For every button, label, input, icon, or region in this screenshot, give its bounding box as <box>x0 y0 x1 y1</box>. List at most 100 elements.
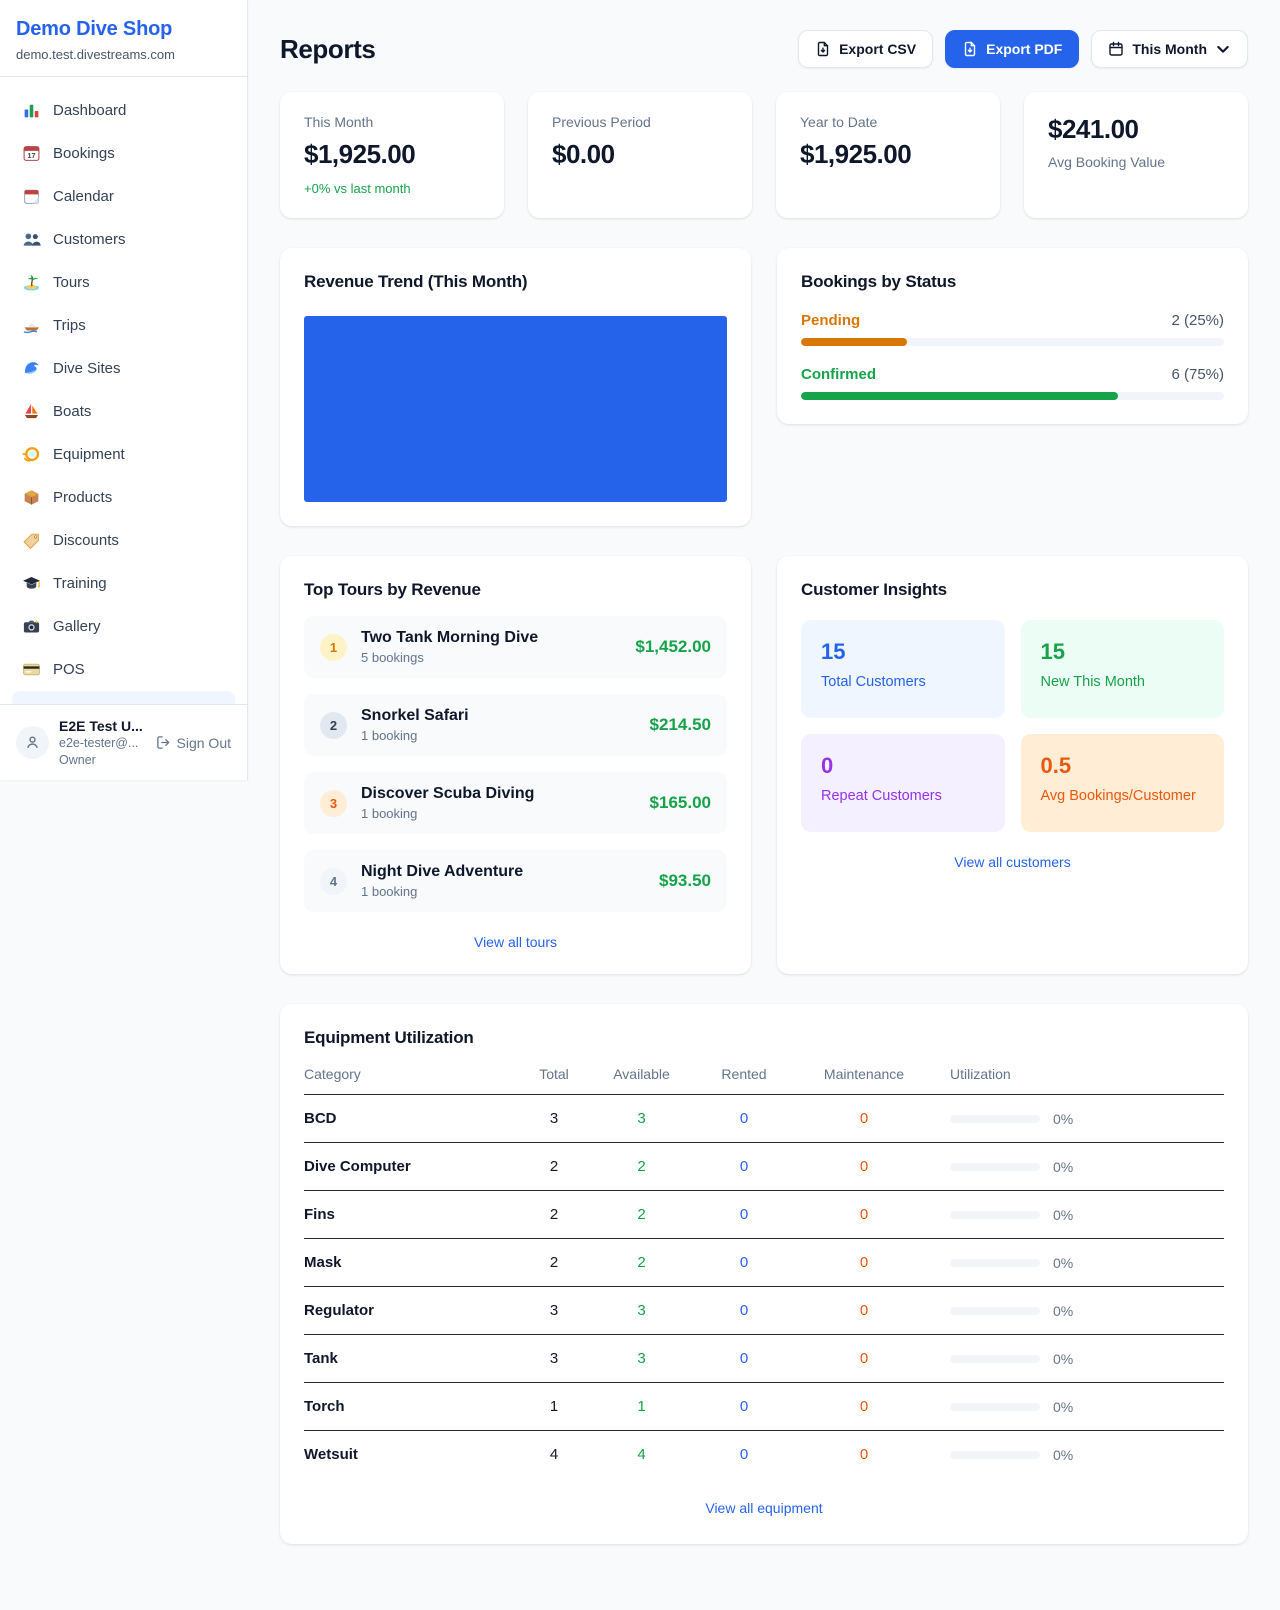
tour-row[interactable]: 1 Two Tank Morning Dive 5 bookings $1,45… <box>304 616 727 678</box>
sidebar-item-dive-sites[interactable]: Dive Sites <box>12 347 235 390</box>
tour-name: Discover Scuba Diving <box>361 785 534 803</box>
sidebar-item-tours[interactable]: Tours <box>12 261 235 304</box>
stat-value: $1,925.00 <box>304 139 480 170</box>
export-pdf-label: Export PDF <box>986 41 1062 57</box>
user-meta: E2E Test U... e2e-tester@... Owner <box>59 717 146 768</box>
sidebar-item-label: Tours <box>53 274 90 291</box>
tour-bookings: 5 bookings <box>361 650 538 665</box>
utilization-bar <box>950 1403 1040 1411</box>
sidebar-item-active-partial[interactable] <box>12 691 235 704</box>
bar-chart-icon <box>22 101 41 120</box>
rank-badge: 1 <box>320 634 347 661</box>
sidebar-item-label: Dashboard <box>53 102 126 119</box>
tear-calendar-icon <box>22 187 41 206</box>
utilization-percent: 0% <box>1053 1303 1073 1319</box>
cell-total: 3 <box>519 1110 589 1127</box>
user-name: E2E Test U... <box>59 717 146 735</box>
tour-name: Two Tank Morning Dive <box>361 629 538 647</box>
utilization-bar <box>950 1211 1040 1219</box>
sidebar-item-bookings[interactable]: 17 Bookings <box>12 132 235 175</box>
sidebar-item-label: Boats <box>53 403 91 420</box>
sidebar-item-discounts[interactable]: Discounts <box>12 519 235 562</box>
sidebar-item-customers[interactable]: Customers <box>12 218 235 261</box>
cell-available: 3 <box>589 1302 694 1319</box>
cell-category: Mask <box>304 1254 519 1271</box>
sidebar-item-label: Training <box>53 575 107 592</box>
cell-category: BCD <box>304 1110 519 1127</box>
cell-maintenance: 0 <box>794 1446 934 1463</box>
tour-row[interactable]: 4 Night Dive Adventure 1 booking $93.50 <box>304 850 727 912</box>
sidebar-item-training[interactable]: Training <box>12 562 235 605</box>
export-pdf-button[interactable]: Export PDF <box>945 30 1079 68</box>
charts-row: Revenue Trend (This Month) Bookings by S… <box>280 248 1248 526</box>
cell-total: 3 <box>519 1302 589 1319</box>
utilization-bar <box>950 1115 1040 1123</box>
sidebar-item-gallery[interactable]: Gallery <box>12 605 235 648</box>
top-tours-card: Top Tours by Revenue 1 Two Tank Morning … <box>280 556 751 974</box>
header-actions: Export CSV Export PDF This Month <box>798 30 1248 68</box>
user-role: Owner <box>59 752 146 768</box>
svg-text:17: 17 <box>28 152 36 160</box>
customer-insights-card: Customer Insights 15 Total Customers 15 … <box>777 556 1248 974</box>
period-dropdown[interactable]: This Month <box>1091 30 1248 68</box>
sidebar-item-dashboard[interactable]: Dashboard <box>12 89 235 132</box>
sidebar-nav: Dashboard 17 Bookings Calendar Customers… <box>0 77 247 704</box>
tour-bookings: 1 booking <box>361 884 523 899</box>
status-row-pending: Pending 2 (25%) <box>801 312 1224 346</box>
page-title: Reports <box>280 34 375 65</box>
tour-bookings: 1 booking <box>361 728 469 743</box>
cell-rented: 0 <box>694 1398 794 1415</box>
revenue-trend-chart <box>304 316 727 502</box>
export-csv-button[interactable]: Export CSV <box>798 30 933 68</box>
cell-available: 2 <box>589 1254 694 1271</box>
revenue-trend-title: Revenue Trend (This Month) <box>304 272 727 292</box>
insight-value: 0 <box>821 753 985 779</box>
utilization-bar <box>950 1307 1040 1315</box>
sailboat-icon <box>22 402 41 421</box>
table-row: Tank 3 3 0 0 0% <box>304 1335 1224 1383</box>
cell-rented: 0 <box>694 1254 794 1271</box>
sidebar-item-trips[interactable]: Trips <box>12 304 235 347</box>
status-label: Confirmed <box>801 366 876 383</box>
view-all-tours-link[interactable]: View all tours <box>304 934 727 950</box>
cell-rented: 0 <box>694 1206 794 1223</box>
tour-row[interactable]: 3 Discover Scuba Diving 1 booking $165.0… <box>304 772 727 834</box>
sidebar-item-boats[interactable]: Boats <box>12 390 235 433</box>
cell-maintenance: 0 <box>794 1254 934 1271</box>
sidebar-item-products[interactable]: Products <box>12 476 235 519</box>
tour-row[interactable]: 2 Snorkel Safari 1 booking $214.50 <box>304 694 727 756</box>
cell-total: 2 <box>519 1254 589 1271</box>
cell-maintenance: 0 <box>794 1206 934 1223</box>
insight-value: 15 <box>821 639 985 665</box>
sidebar-item-label: Gallery <box>53 618 101 635</box>
column-header-category: Category <box>304 1066 519 1082</box>
user-footer: E2E Test U... e2e-tester@... Owner Sign … <box>0 704 247 780</box>
cell-maintenance: 0 <box>794 1350 934 1367</box>
view-all-customers-link[interactable]: View all customers <box>801 854 1224 870</box>
sidebar-item-pos[interactable]: POS <box>12 648 235 691</box>
tour-revenue: $214.50 <box>650 715 711 735</box>
island-icon <box>22 273 41 292</box>
column-header-rented: Rented <box>694 1066 794 1082</box>
sidebar-item-calendar[interactable]: Calendar <box>12 175 235 218</box>
view-all-equipment-link[interactable]: View all equipment <box>304 1500 1224 1516</box>
table-row: Wetsuit 4 4 0 0 0% <box>304 1431 1224 1478</box>
sign-out-button[interactable]: Sign Out <box>156 735 231 751</box>
bookings-by-status-card: Bookings by Status Pending 2 (25%) Confi… <box>777 248 1248 424</box>
stat-value: $1,925.00 <box>800 139 976 170</box>
cell-available: 1 <box>589 1398 694 1415</box>
cell-maintenance: 0 <box>794 1302 934 1319</box>
status-progress-track <box>801 338 1224 346</box>
utilization-percent: 0% <box>1053 1351 1073 1367</box>
dive-mask-icon <box>22 445 41 464</box>
customer-insights-title: Customer Insights <box>801 580 1224 600</box>
camera-icon <box>22 617 41 636</box>
calendar-icon <box>1108 41 1124 57</box>
table-row: BCD 3 3 0 0 0% <box>304 1095 1224 1143</box>
cell-category: Wetsuit <box>304 1446 519 1463</box>
cell-available: 2 <box>589 1206 694 1223</box>
cell-rented: 0 <box>694 1110 794 1127</box>
sidebar-item-equipment[interactable]: Equipment <box>12 433 235 476</box>
shop-name: Demo Dive Shop <box>16 18 231 41</box>
lists-row: Top Tours by Revenue 1 Two Tank Morning … <box>280 556 1248 974</box>
